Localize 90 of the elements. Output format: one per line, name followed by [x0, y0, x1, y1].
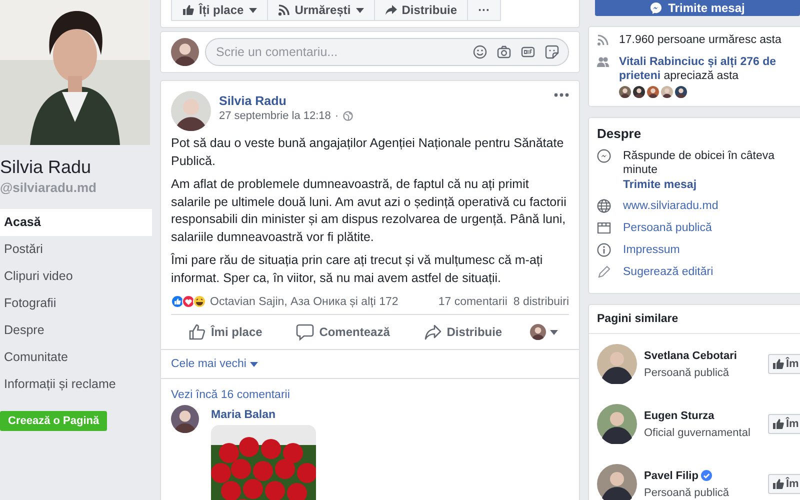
post-text: Pot să dau o veste bună angajaților Agenției Naționale pentru Sănătate Publică. — [171, 135, 565, 170]
page-name[interactable]: Pavel Filip — [644, 470, 698, 482]
page-name[interactable]: Eugen Sturza — [644, 410, 714, 422]
caret-icon — [356, 8, 364, 12]
avatar — [597, 404, 637, 444]
profile-name: Silvia Radu — [0, 157, 92, 178]
info-link[interactable]: Impressum — [623, 243, 680, 257]
share-arrow-icon — [424, 323, 442, 341]
follow-button[interactable]: Urmărești — [268, 0, 375, 20]
rss-icon — [278, 4, 290, 16]
sidebar-item[interactable]: Comunitate — [0, 344, 152, 371]
share-button[interactable]: Distribuie — [374, 0, 468, 20]
page-category: Persoană publică — [644, 486, 730, 498]
caret-icon — [250, 362, 258, 366]
pencil-icon — [597, 265, 611, 279]
gif-icon — [521, 45, 535, 59]
verified-badge-icon — [701, 470, 712, 481]
messenger-icon — [650, 2, 662, 14]
more-button[interactable]: ··· — [468, 0, 500, 20]
shares-count[interactable]: 8 distribuiri — [513, 296, 569, 308]
comment-field[interactable]: Scrie un comentariu... — [205, 38, 569, 66]
thumbs-up-icon — [772, 478, 784, 490]
info-icon — [597, 243, 611, 257]
comments-count[interactable]: 17 comentarii — [438, 296, 508, 308]
reactions-summary[interactable]: Octavian Sajin, Аза Оника și alți 172 — [210, 296, 398, 308]
sidebar-item[interactable]: Despre — [0, 317, 152, 344]
share-button[interactable]: Distribuie — [416, 319, 510, 345]
post-text: Am aflat de problemele dumneavoastră, de faptul că nu ați primit salarile pe ultimele două luni. Am avut azi o ședință operativă cu factorii responsabili din minister și am dispus rezolvarea de urgență. Până luni, salariile dumneavoastră vor fi plătite. — [171, 176, 568, 246]
reactions-icon — [171, 295, 207, 308]
thumbs-up-icon — [182, 4, 194, 16]
sidebar-item[interactable]: Clipuri video — [0, 263, 152, 290]
sidebar-item[interactable]: Acasă — [0, 209, 152, 236]
sidebar-item[interactable]: Informații și reclame — [0, 371, 152, 398]
followers-text: 17.960 persoane urmăresc asta — [619, 33, 782, 47]
section-title: Despre — [597, 126, 642, 141]
avatar — [530, 324, 546, 340]
speech-bubble-icon — [296, 323, 314, 341]
globe-icon — [342, 111, 353, 121]
caret-icon — [248, 8, 257, 12]
thumbs-up-icon — [772, 418, 784, 430]
avatar — [171, 405, 199, 433]
edit-link[interactable]: Sugerează editări — [623, 265, 714, 279]
avatar — [633, 86, 645, 98]
response-time: Răspunde de obicei în câteva minute — [623, 149, 776, 177]
rss-icon — [597, 34, 609, 46]
page-category: Oficial guvernamental — [644, 426, 752, 438]
avatar — [661, 86, 673, 98]
more-comments-link[interactable]: Vezi încă 16 comentarii — [171, 389, 290, 401]
share-arrow-icon — [384, 4, 397, 16]
page-category: Persoană publică — [644, 366, 730, 378]
more-options-icon — [554, 93, 569, 97]
messenger-icon — [597, 149, 611, 163]
commenter-name[interactable]: Maria Balan — [211, 409, 316, 421]
caret-icon — [550, 330, 558, 334]
separator-dot: · — [334, 110, 339, 122]
comment-button[interactable]: Comentează — [288, 319, 398, 345]
like-button[interactable]: Îmi place — [180, 319, 270, 345]
thumbs-up-icon — [772, 358, 784, 370]
website-link[interactable]: www.silviaradu.md — [623, 199, 718, 213]
avatar — [171, 91, 211, 131]
author-name[interactable]: Silvia Radu — [219, 94, 286, 108]
globe-icon — [597, 199, 611, 213]
post-text: Îmi pare rău de situația prin care ați trecut și vă mulțumesc că m-ați informat. Sper ca, în viitor, să nu mai avem astfel de situații. — [171, 252, 544, 287]
category-link[interactable]: Persoană publică — [623, 221, 712, 235]
avatar — [619, 86, 631, 98]
avatar — [171, 38, 199, 66]
like-button[interactable]: Îm — [768, 474, 800, 494]
post-time[interactable]: 27 septembrie la 12:18 — [219, 110, 331, 122]
audience-selector[interactable] — [528, 322, 560, 342]
thumbs-up-icon — [188, 323, 206, 341]
avatar — [597, 344, 637, 384]
people-icon — [597, 56, 609, 68]
sticker-icon — [545, 45, 559, 59]
avatar — [675, 86, 687, 98]
send-message-link[interactable]: Trimite mesaj — [623, 179, 792, 191]
like-button[interactable]: Îți place — [172, 0, 268, 20]
like-button[interactable]: Îm — [768, 354, 800, 374]
likes-text: Vitali Rabinciuc și alți 276 de prieteni apreciază asta — [619, 55, 778, 83]
sidebar-item[interactable]: Postări — [0, 236, 152, 263]
sidebar-item[interactable]: Fotografii — [0, 290, 152, 317]
sort-dropdown[interactable]: Cele mai vechi — [171, 358, 258, 370]
avatar — [597, 464, 637, 500]
camera-icon — [497, 45, 511, 59]
smiley-icon — [473, 45, 487, 59]
section-title: Pagini similare — [589, 305, 800, 334]
avatar — [647, 86, 659, 98]
page-name[interactable]: Svetlana Cebotari — [644, 350, 737, 362]
like-button[interactable]: Îm — [768, 414, 800, 434]
send-message-button[interactable]: Trimite mesaj — [595, 0, 800, 16]
flag-icon — [597, 221, 611, 235]
